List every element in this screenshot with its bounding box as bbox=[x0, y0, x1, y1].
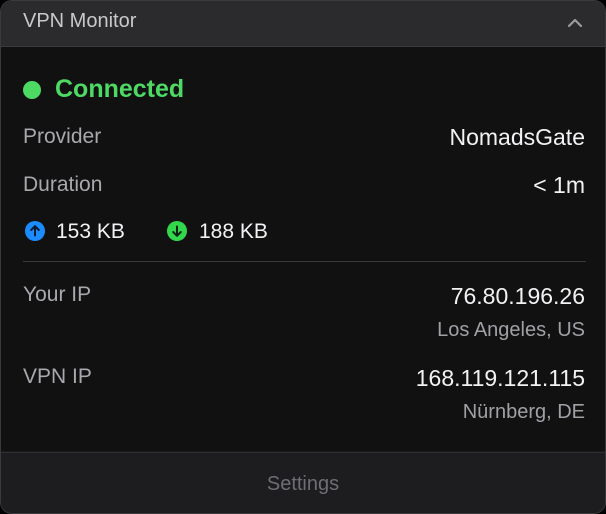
provider-value: NomadsGate bbox=[449, 124, 585, 150]
your-ip-value: 76.80.196.26 bbox=[450, 283, 585, 309]
status-indicator-dot bbox=[23, 81, 41, 99]
section-divider bbox=[23, 261, 586, 262]
provider-label: Provider bbox=[23, 125, 102, 148]
your-ip-location: Los Angeles, US bbox=[437, 319, 585, 341]
duration-label: Duration bbox=[23, 173, 103, 196]
panel-body: Connected Provider NomadsGate Duration <… bbox=[1, 47, 605, 451]
upload-traffic: 153 KB bbox=[56, 220, 125, 243]
chevron-up-icon bbox=[567, 18, 583, 28]
duration-value: < 1m bbox=[533, 172, 585, 198]
your-ip-label: Your IP bbox=[23, 283, 92, 306]
vpn-ip-value: 168.119.121.115 bbox=[415, 365, 585, 391]
arrow-down-circle-icon bbox=[167, 221, 187, 241]
panel-footer: Settings bbox=[1, 452, 605, 513]
vpn-ip-label: VPN IP bbox=[23, 365, 92, 388]
collapse-button[interactable] bbox=[563, 11, 587, 35]
settings-button[interactable]: Settings bbox=[1, 473, 605, 496]
panel-header[interactable]: VPN Monitor bbox=[1, 1, 605, 47]
vpn-monitor-panel: VPN Monitor Connected Provider NomadsGat… bbox=[0, 0, 606, 514]
download-traffic: 188 KB bbox=[199, 220, 268, 243]
connection-status: Connected bbox=[55, 75, 185, 103]
vpn-ip-location: Nürnberg, DE bbox=[462, 401, 585, 423]
panel-title: VPN Monitor bbox=[23, 10, 137, 32]
arrow-up-circle-icon bbox=[25, 221, 45, 241]
